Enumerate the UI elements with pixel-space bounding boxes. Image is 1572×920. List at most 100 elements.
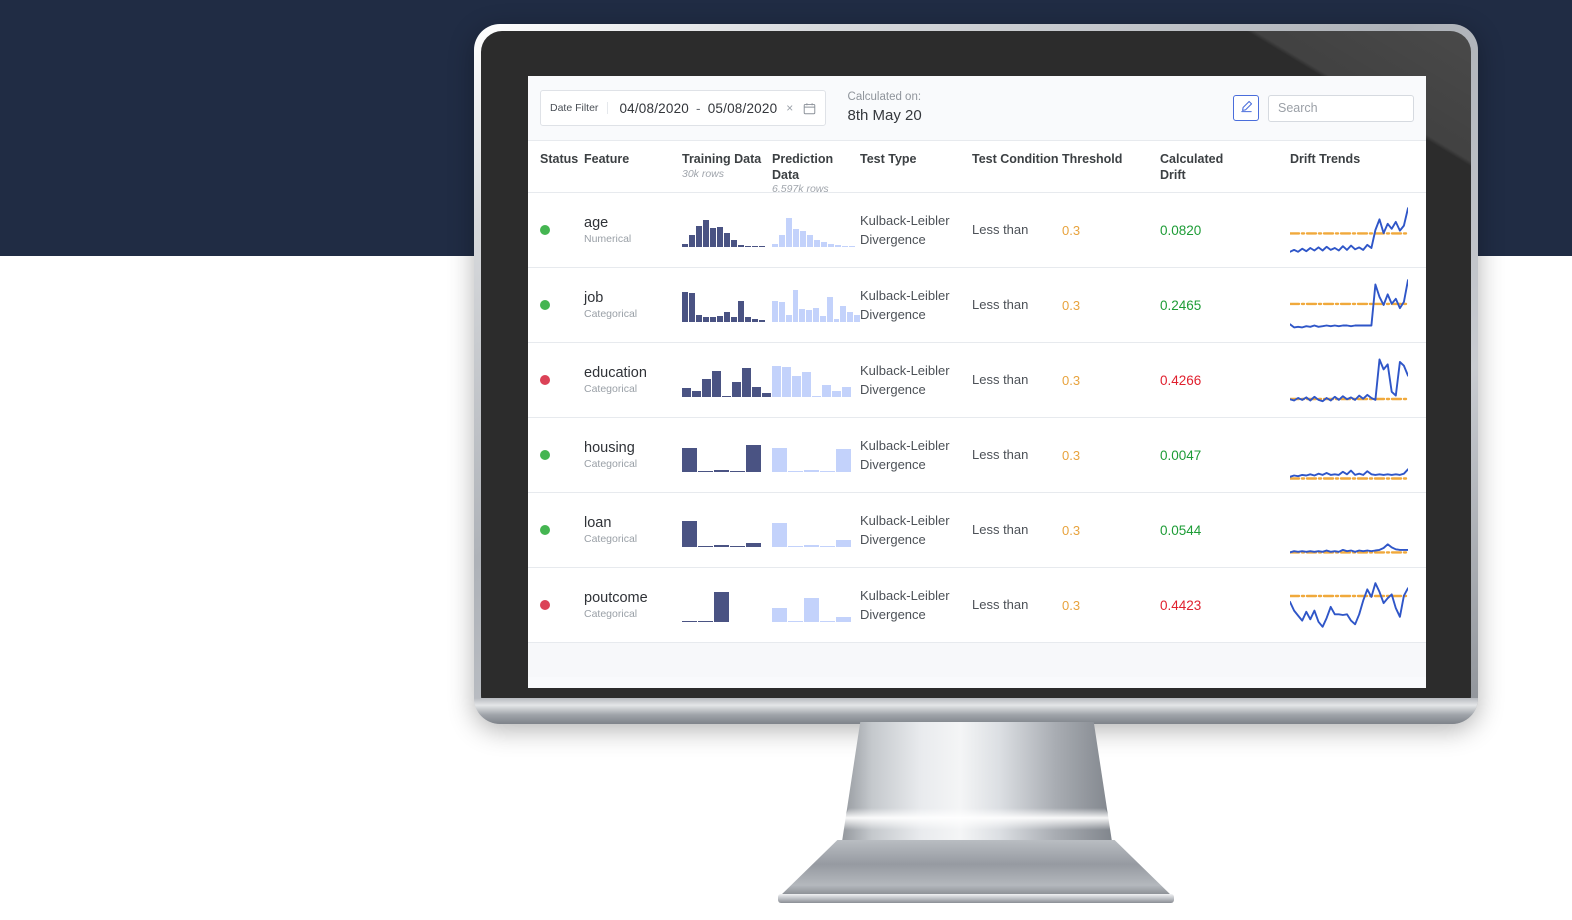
histogram-bar	[836, 540, 851, 547]
drift-table: Status Feature Training Data 30k rows Pr…	[528, 140, 1426, 677]
test-type-cell: Kulback-Leibler Divergence	[860, 212, 950, 248]
histogram-bar	[788, 546, 803, 547]
histogram-bar	[682, 292, 688, 322]
histogram-bar	[717, 316, 723, 322]
calculated-drift-cell: 0.0047	[1160, 448, 1290, 463]
histogram-bar	[799, 309, 806, 322]
threshold-cell: 0.3	[1062, 298, 1160, 313]
histogram-bar	[842, 245, 848, 247]
histogram-bar	[804, 598, 819, 622]
histogram-bar	[772, 523, 787, 547]
status-badge	[540, 450, 550, 460]
calculated-drift-cell: 0.0544	[1160, 523, 1290, 538]
search-input[interactable]	[1268, 94, 1414, 122]
histogram-bar	[724, 233, 730, 247]
histogram-bar	[682, 388, 691, 397]
histogram-bar	[812, 396, 821, 397]
histogram-bar	[689, 235, 695, 247]
training-data-cell	[682, 288, 772, 322]
feature-name: education	[584, 364, 647, 381]
feature-name: poutcome	[584, 589, 648, 606]
table-row[interactable]: poutcome Categorical Kulback-Leibler Dive…	[528, 568, 1426, 643]
calendar-icon[interactable]	[803, 102, 816, 115]
histogram-bar	[820, 621, 835, 622]
histogram-bar	[682, 447, 697, 472]
test-type-cell: Kulback-Leibler Divergence	[860, 437, 950, 473]
histogram-bar	[692, 390, 701, 397]
training-data-cell	[682, 363, 772, 397]
date-to-value[interactable]: 05/08/2020	[708, 101, 778, 116]
histogram-bar	[807, 235, 813, 247]
header-calculated-drift-line1: Calculated	[1160, 152, 1224, 166]
threshold-value: 0.3	[1062, 522, 1081, 538]
table-body: age Numerical Kulback-Leibler Divergence …	[528, 193, 1426, 643]
histogram-bar	[788, 621, 803, 622]
prediction-histogram	[772, 588, 860, 622]
feature-type: Categorical	[584, 308, 638, 321]
histogram-bar	[819, 315, 826, 322]
threshold-value: 0.3	[1062, 297, 1081, 313]
histogram-bar	[772, 243, 778, 247]
table-row[interactable]: housing Categorical Kulback-Leibler Diver…	[528, 418, 1426, 493]
table-row[interactable]: age Numerical Kulback-Leibler Divergence …	[528, 193, 1426, 268]
date-filter-control[interactable]: Date Filter 04/08/2020 - 05/08/2020 ×	[540, 90, 826, 126]
histogram-bar	[730, 471, 745, 472]
feature-type: Numerical	[584, 233, 632, 246]
histogram-bar	[702, 379, 711, 397]
feature-cell: poutcome Categorical	[584, 590, 682, 621]
histogram-bar	[710, 316, 716, 322]
status-cell	[528, 375, 584, 385]
training-histogram	[682, 363, 772, 397]
header-threshold: Threshold	[1062, 152, 1123, 166]
status-cell	[528, 525, 584, 535]
histogram-bar	[752, 246, 758, 247]
histogram-bar	[813, 308, 819, 322]
drift-trend-sparkline	[1290, 358, 1408, 403]
table-row[interactable]: job Categorical Kulback-Leibler Divergenc…	[528, 268, 1426, 343]
status-badge	[540, 225, 550, 235]
header-calculated-drift-line2: Drift	[1160, 167, 1186, 182]
date-range-value[interactable]: 04/08/2020 - 05/08/2020 ×	[608, 101, 824, 116]
table-row[interactable]: education Categorical Kulback-Leibler Div…	[528, 343, 1426, 418]
histogram-bar	[689, 293, 695, 322]
threshold-cell: 0.3	[1062, 223, 1160, 238]
histogram-bar	[814, 239, 820, 247]
date-from-value[interactable]: 04/08/2020	[619, 101, 689, 116]
header-prediction-data-rows: 6.597k rows	[772, 183, 829, 196]
pencil-icon	[1240, 100, 1253, 116]
training-data-cell	[682, 213, 772, 247]
histogram-bar	[746, 444, 761, 472]
test-condition-cell: Less than	[972, 522, 1029, 538]
training-histogram	[682, 288, 772, 322]
drift-trends-cell	[1290, 577, 1418, 633]
histogram-bar	[732, 382, 741, 397]
feature-cell: age Numerical	[584, 215, 682, 246]
header-prediction-data-label: Prediction Data	[772, 152, 834, 182]
calculated-drift-value: 0.0820	[1160, 222, 1202, 238]
calculated-on-label: Calculated on:	[847, 91, 922, 104]
histogram-bar	[847, 311, 854, 322]
test-condition-cell: Less than	[972, 372, 1029, 388]
header-drift-trends: Drift Trends	[1290, 152, 1361, 166]
histogram-bar	[778, 301, 785, 322]
histogram-bar	[698, 471, 713, 472]
edit-button[interactable]	[1233, 95, 1259, 121]
table-row[interactable]: loan Categorical Kulback-Leibler Divergen…	[528, 493, 1426, 568]
histogram-bar	[804, 470, 819, 472]
prediction-histogram	[772, 513, 860, 547]
feature-cell: housing Categorical	[584, 440, 682, 471]
header-training-data-rows: 30k rows	[682, 167, 725, 180]
table-header-row: Status Feature Training Data 30k rows Pr…	[528, 141, 1426, 196]
feature-name: age	[584, 214, 609, 231]
prediction-data-cell	[772, 288, 860, 322]
drift-line	[1290, 543, 1408, 554]
threshold-cell: 0.3	[1062, 598, 1160, 613]
drift-trend-sparkline	[1290, 582, 1408, 628]
histogram-bar	[714, 470, 729, 472]
drift-trend-sparkline	[1290, 468, 1408, 480]
clear-date-icon[interactable]: ×	[784, 101, 795, 115]
histogram-bar	[779, 235, 785, 247]
histogram-bar	[762, 392, 771, 397]
prediction-data-cell	[772, 438, 860, 472]
histogram-bar	[806, 309, 813, 322]
